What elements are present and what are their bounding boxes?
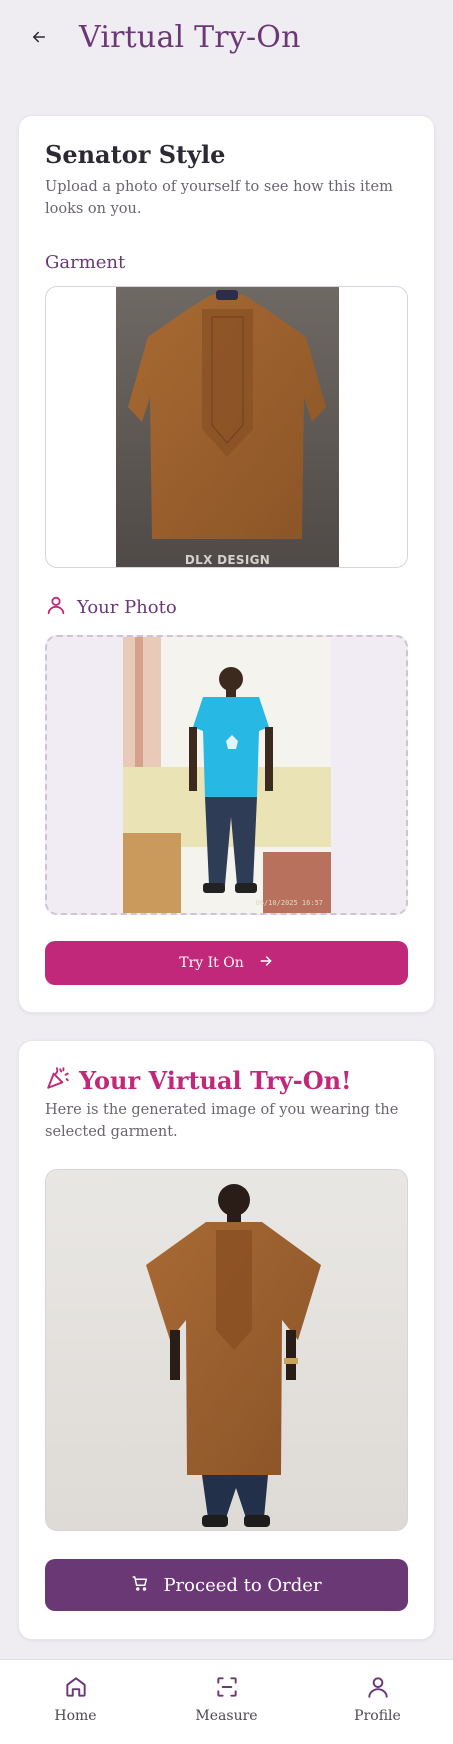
result-card: Your Virtual Try-On! Here is the generat… (18, 1040, 435, 1640)
result-heading: Your Virtual Try-On! (45, 1065, 352, 1095)
generated-tryon-image (45, 1169, 408, 1531)
virtual-try-on-screen: Virtual Try-On Senator Style Upload a ph… (0, 0, 453, 1744)
home-icon (63, 1674, 89, 1704)
product-title: Senator Style (45, 140, 226, 169)
nav-label-measure: Measure (195, 1708, 258, 1724)
photo-upload-area[interactable]: 06/10/2025 16:57 (45, 635, 408, 915)
scan-icon (214, 1674, 240, 1704)
arrow-left-icon (30, 28, 48, 50)
proceed-to-order-label: Proceed to Order (163, 1574, 322, 1596)
proceed-to-order-button[interactable]: Proceed to Order (45, 1559, 408, 1611)
result-title: Your Virtual Try-On! (79, 1065, 352, 1095)
nav-item-measure[interactable]: Measure (151, 1660, 302, 1744)
try-it-on-label: Try It On (179, 955, 244, 971)
nav-item-profile[interactable]: Profile (302, 1660, 453, 1744)
photo-timestamp: 06/10/2025 16:57 (255, 899, 323, 907)
try-it-on-button[interactable]: Try It On (45, 941, 408, 985)
nav-label-home: Home (54, 1708, 97, 1724)
nav-item-home[interactable]: Home (0, 1660, 151, 1744)
nav-label-profile: Profile (354, 1708, 401, 1724)
garment-image-frame: DLX DESIGN (45, 286, 408, 568)
app-header: Virtual Try-On (0, 0, 453, 84)
user-photo: 06/10/2025 16:57 (123, 637, 331, 913)
your-photo-label: Your Photo (77, 596, 177, 618)
user-icon (45, 594, 67, 620)
your-photo-heading: Your Photo (45, 594, 177, 620)
upload-card: Senator Style Upload a photo of yourself… (18, 115, 435, 1013)
result-description: Here is the generated image of you weari… (45, 1102, 399, 1140)
cart-icon (131, 1574, 149, 1597)
page-title: Virtual Try-On (79, 20, 301, 55)
user-icon (365, 1674, 391, 1704)
arrow-right-icon (258, 953, 274, 973)
bottom-navigation: Home Measure Profile (0, 1659, 453, 1744)
product-instructions: Upload a photo of yourself to see how th… (45, 179, 393, 217)
garment-label: Garment (45, 252, 126, 273)
garment-image: DLX DESIGN (116, 287, 339, 567)
party-popper-icon (45, 1065, 71, 1095)
garment-watermark: DLX DESIGN (184, 553, 271, 567)
back-button[interactable] (24, 24, 54, 54)
